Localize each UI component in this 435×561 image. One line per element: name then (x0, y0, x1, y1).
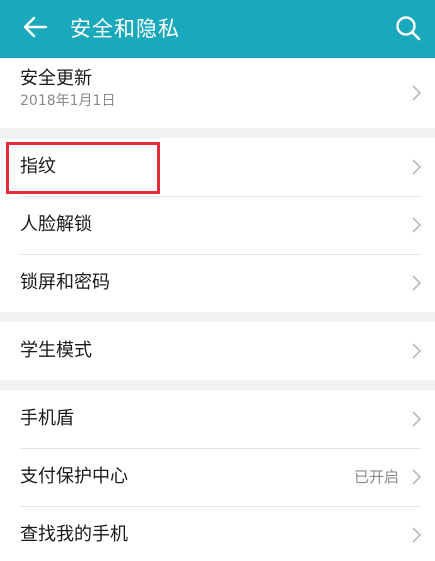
group-payment-security: 手机盾 支付保护中心 已开启 查找我的手机 (0, 390, 435, 561)
item-label: 学生模式 (20, 340, 92, 361)
list-item-phone-shield[interactable]: 手机盾 (0, 390, 435, 448)
status-value: 已开启 (353, 468, 399, 486)
item-label: 支付保护中心 (20, 466, 128, 487)
group-student-mode: 学生模式 (0, 322, 435, 380)
chevron-right-icon (412, 217, 422, 233)
item-subtitle: 2018年1月1日 (20, 93, 116, 109)
app-bar: 安全和隐私 (0, 0, 435, 58)
chevron-right-icon (412, 343, 422, 359)
chevron-right-icon (412, 469, 422, 485)
list-item-find-my-phone[interactable]: 查找我的手机 (0, 506, 435, 561)
list-item-security-update[interactable]: 安全更新 2018年1月1日 (0, 58, 435, 128)
page-title: 安全和隐私 (70, 17, 180, 41)
highlight-annotation-box (6, 142, 160, 194)
chevron-right-icon (412, 527, 422, 543)
list-item-student-mode[interactable]: 学生模式 (0, 322, 435, 380)
item-label: 安全更新 (20, 68, 92, 89)
chevron-right-icon (412, 85, 422, 101)
item-label: 查找我的手机 (20, 524, 128, 545)
list-item-face-unlock[interactable]: 人脸解锁 (0, 196, 435, 254)
back-arrow-icon[interactable] (20, 12, 50, 42)
list-item-payment-protection[interactable]: 支付保护中心 已开启 (0, 448, 435, 506)
item-label: 锁屏和密码 (20, 272, 110, 293)
chevron-right-icon (412, 411, 422, 427)
chevron-right-icon (412, 275, 422, 291)
search-icon[interactable] (393, 13, 423, 43)
item-label: 手机盾 (20, 408, 74, 429)
item-label: 人脸解锁 (20, 214, 92, 235)
list-item-lock-screen-password[interactable]: 锁屏和密码 (0, 254, 435, 312)
chevron-right-icon (412, 159, 422, 175)
group-security-update: 安全更新 2018年1月1日 (0, 58, 435, 128)
